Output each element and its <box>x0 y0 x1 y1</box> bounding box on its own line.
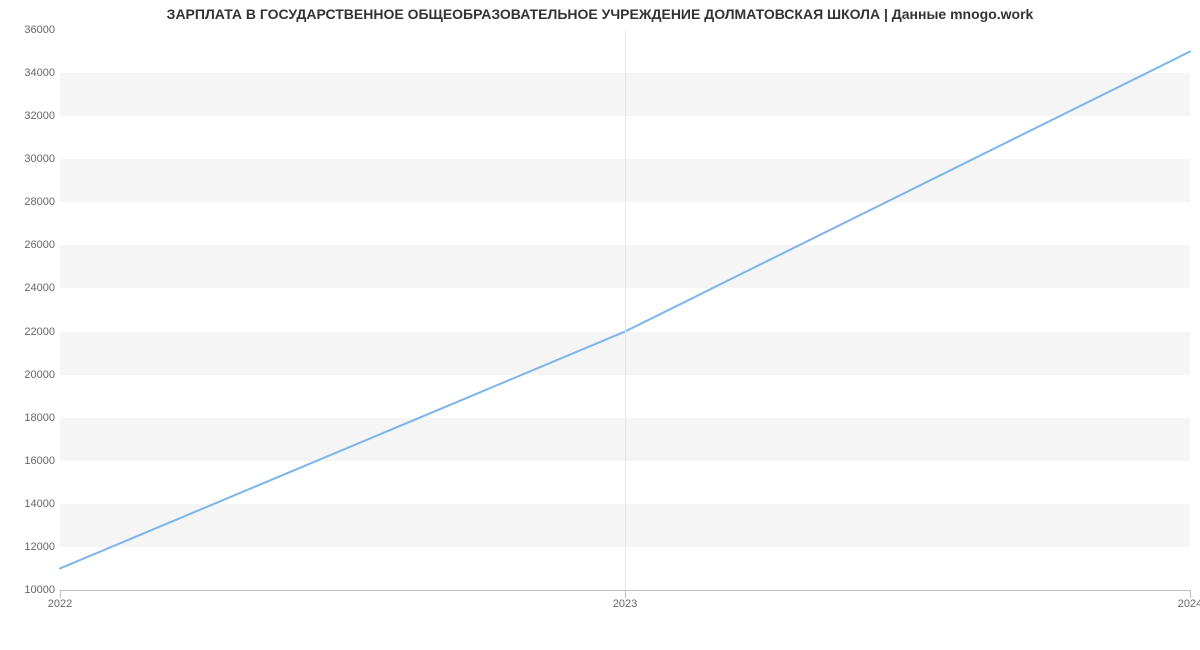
chart-container: ЗАРПЛАТА В ГОСУДАРСТВЕННОЕ ОБЩЕОБРАЗОВАТ… <box>0 0 1200 650</box>
chart-title: ЗАРПЛАТА В ГОСУДАРСТВЕННОЕ ОБЩЕОБРАЗОВАТ… <box>0 6 1200 22</box>
y-tick-label: 12000 <box>5 541 55 553</box>
y-tick-label: 36000 <box>5 24 55 36</box>
x-tick <box>1190 590 1191 598</box>
y-tick-label: 16000 <box>5 455 55 467</box>
x-gridline <box>625 30 626 590</box>
y-tick-label: 20000 <box>5 369 55 381</box>
y-tick-label: 24000 <box>5 282 55 294</box>
y-tick-label: 14000 <box>5 498 55 510</box>
x-tick-label: 2024 <box>1178 598 1200 610</box>
y-tick-label: 18000 <box>5 412 55 424</box>
y-tick-label: 10000 <box>5 584 55 596</box>
y-tick-label: 28000 <box>5 196 55 208</box>
x-tick <box>60 590 61 598</box>
x-tick-label: 2023 <box>613 598 637 610</box>
y-tick-label: 32000 <box>5 110 55 122</box>
y-tick-label: 22000 <box>5 326 55 338</box>
y-tick-label: 34000 <box>5 67 55 79</box>
y-tick-label: 26000 <box>5 239 55 251</box>
y-tick-label: 30000 <box>5 153 55 165</box>
x-tick-label: 2022 <box>48 598 72 610</box>
x-tick <box>625 590 626 598</box>
